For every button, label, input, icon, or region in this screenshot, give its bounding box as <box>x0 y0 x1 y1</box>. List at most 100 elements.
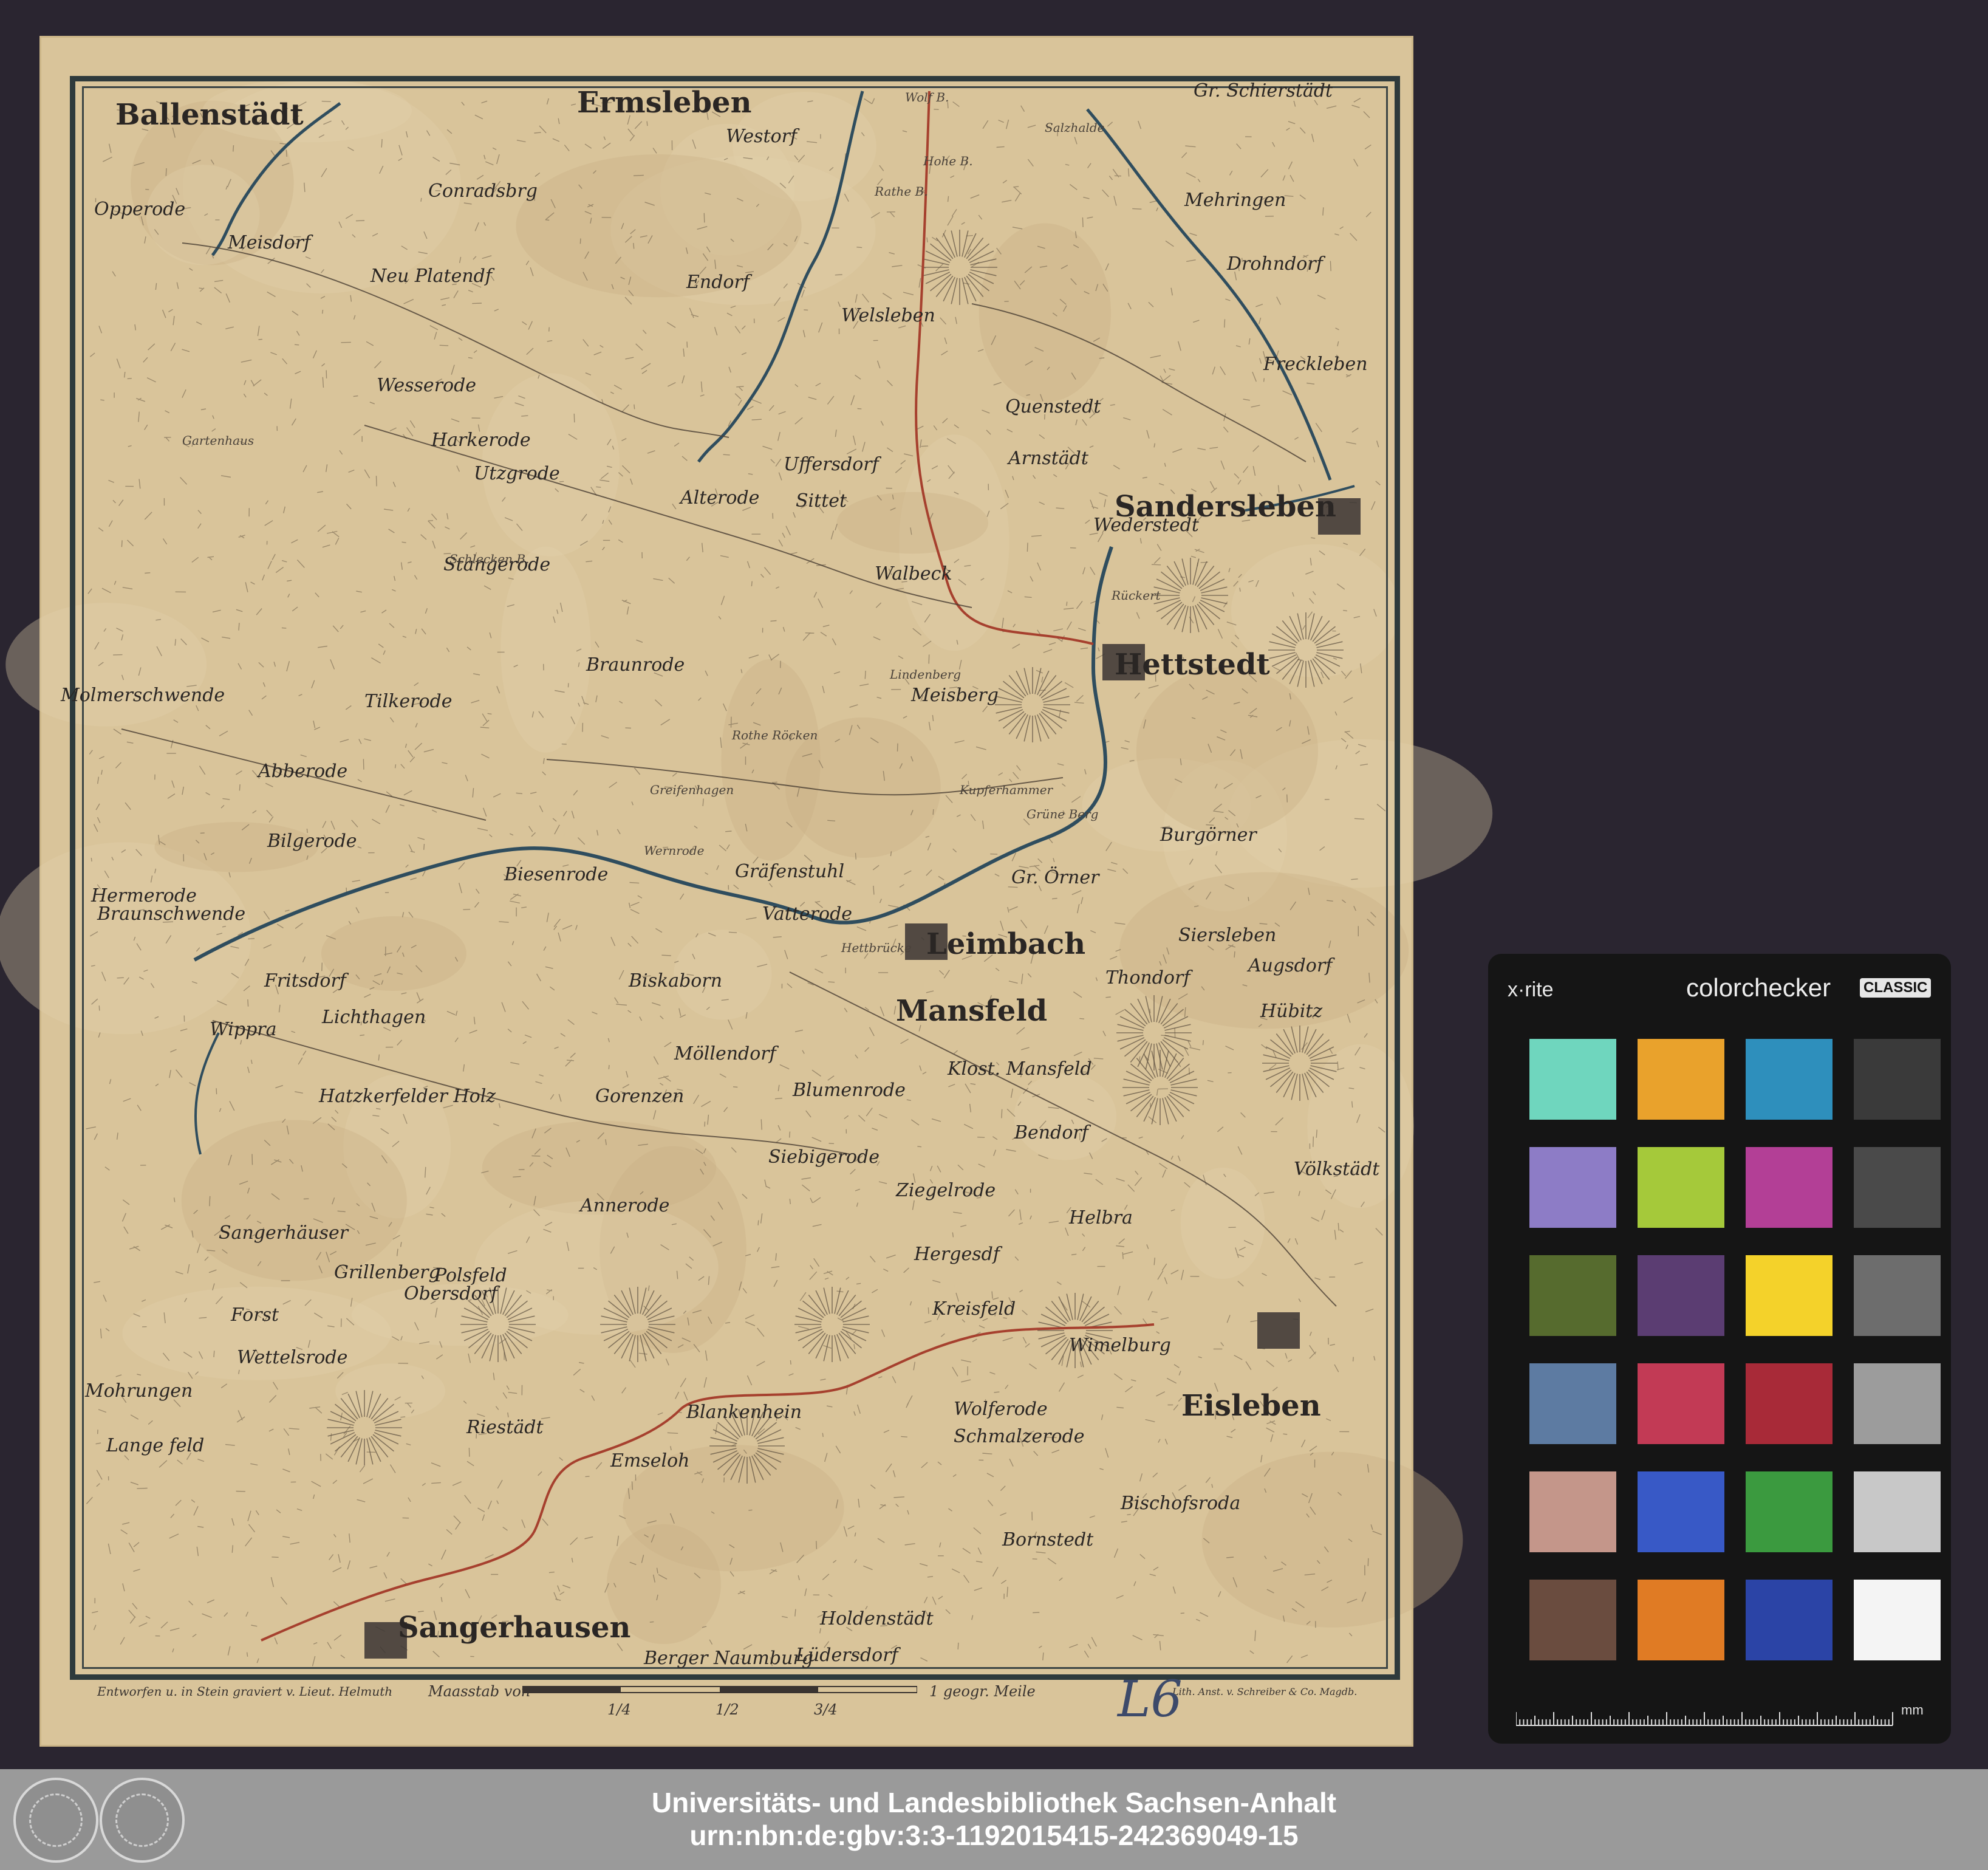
colorchecker-card: x·rite colorchecker CLASSIC mm <box>1488 954 1951 1744</box>
place-label: Blumenrode <box>793 1080 906 1101</box>
feature-label: Rückert <box>1112 588 1161 603</box>
xrite-logo: x·rite <box>1508 978 1554 1001</box>
feature-label: Kupferhammer <box>960 783 1053 797</box>
place-label: Wimelburg <box>1069 1335 1171 1356</box>
feature-label: Wolf B. <box>905 90 949 104</box>
place-label: Gräfenstuhl <box>735 861 845 882</box>
place-label: Walbeck <box>875 563 952 584</box>
color-patch <box>1746 1147 1833 1228</box>
place-label: Braunrode <box>586 654 685 676</box>
lithographer-note: Lith. Anst. v. Schreiber & Co. Magdb. <box>1172 1686 1358 1697</box>
place-label: Endorf <box>686 272 750 293</box>
place-label: Sangerhäuser <box>219 1222 349 1244</box>
feature-label: Hohe B. <box>923 154 973 168</box>
scale-tick-half: 1/2 <box>716 1701 739 1718</box>
place-label: Holdenstädt <box>820 1608 934 1629</box>
place-label: Alterode <box>680 487 760 509</box>
color-patch <box>1529 1580 1616 1660</box>
engraver-note: Entworfen u. in Stein graviert v. Lieut.… <box>97 1684 393 1699</box>
feature-label: Hettbrücke <box>841 940 912 955</box>
scale-tick-three-quarter: 3/4 <box>814 1701 838 1718</box>
place-label: Uffersdorf <box>784 454 879 475</box>
color-patch <box>1529 1039 1616 1120</box>
color-patch <box>1529 1147 1616 1228</box>
place-label: Ballenstädt <box>115 98 304 132</box>
feature-label: Rathe B. <box>875 184 928 199</box>
place-label: Wolferode <box>954 1399 1048 1420</box>
place-label: Gr. Örner <box>1011 867 1099 888</box>
place-label: Bornstedt <box>1002 1529 1094 1550</box>
place-label: Siersleben <box>1178 925 1277 946</box>
place-label: Berger Naumburg <box>644 1648 813 1669</box>
feature-label: Lindenberg <box>890 667 962 682</box>
place-label: Opperode <box>94 199 186 220</box>
place-label: Hübitz <box>1260 1001 1323 1022</box>
place-label: Riestädt <box>466 1417 544 1438</box>
place-label: Wesserode <box>377 375 477 396</box>
place-label: Mansfeld <box>896 994 1048 1028</box>
place-label: Tilkerode <box>364 691 453 712</box>
feature-label: Rothe Röcken <box>732 728 818 742</box>
color-patch <box>1638 1255 1724 1336</box>
place-label: Obersdorf <box>404 1283 497 1304</box>
place-label: Bischofsroda <box>1121 1493 1241 1514</box>
place-label: Schmalzerode <box>954 1426 1085 1447</box>
place-label: Annerode <box>580 1195 670 1216</box>
place-label: Braunschwende <box>97 903 246 925</box>
place-label: Welsleben <box>841 305 935 326</box>
place-label: Siebigerode <box>768 1146 880 1168</box>
color-patch <box>1854 1580 1941 1660</box>
color-patch <box>1854 1255 1941 1336</box>
place-label: Leimbach <box>926 927 1086 961</box>
colorchecker-brand: colorchecker <box>1686 973 1831 1002</box>
place-label: Utzgrode <box>474 463 560 484</box>
place-label: Abberode <box>258 761 348 782</box>
place-label: Forst <box>231 1304 279 1326</box>
place-label: Thondorf <box>1105 967 1190 988</box>
place-label: Biesenrode <box>504 864 609 885</box>
color-patch <box>1746 1471 1833 1552</box>
color-patch <box>1746 1039 1833 1120</box>
mm-ruler <box>1516 1712 1893 1726</box>
color-patch <box>1529 1363 1616 1444</box>
feature-label: Schlecken B. <box>449 552 530 566</box>
color-patch <box>1854 1471 1941 1552</box>
place-label: Eisleben <box>1181 1389 1321 1423</box>
place-label: Fritsdorf <box>264 970 346 992</box>
feature-label: Greifenhagen <box>650 783 734 797</box>
place-label: Hatzkerfelder Holz <box>319 1086 496 1107</box>
banner-institution: Universitäts- und Landesbibliothek Sachs… <box>651 1787 1337 1818</box>
place-label: Lüdersdorf <box>796 1645 898 1666</box>
feature-label: Wernrode <box>644 843 705 858</box>
scale-unit: 1 geogr. Meile <box>929 1683 1036 1700</box>
place-label: Freckleben <box>1263 354 1368 375</box>
place-label: Wettelsrode <box>237 1347 348 1368</box>
color-patch <box>1854 1039 1941 1120</box>
color-patch <box>1529 1471 1616 1552</box>
place-label: Lichthagen <box>322 1007 426 1028</box>
place-label: Klost. Mansfeld <box>948 1058 1092 1080</box>
place-label: Hergesdf <box>914 1244 1000 1265</box>
place-label: Ziegelrode <box>896 1180 996 1201</box>
color-patch <box>1638 1039 1724 1120</box>
place-label: Emseloh <box>610 1450 690 1471</box>
scan-stage: Ballenstädt Ermsleben Gr. Schierstädt Mehri… <box>0 0 1988 1870</box>
place-label: Neu Platendf <box>371 265 492 287</box>
place-label: Meisberg <box>911 685 999 706</box>
color-patch <box>1854 1363 1941 1444</box>
place-label: Bendorf <box>1014 1122 1088 1143</box>
place-label: Westorf <box>726 126 798 147</box>
place-label: Bilgerode <box>267 831 357 852</box>
shelfmark: L6 <box>1118 1671 1183 1728</box>
place-label: Mehringen <box>1184 190 1286 211</box>
place-label: Molmerschwende <box>61 685 225 706</box>
color-patch <box>1638 1580 1724 1660</box>
place-label: Völkstädt <box>1294 1159 1380 1180</box>
classic-tag: CLASSIC <box>1860 978 1932 998</box>
place-label: Ermsleben <box>577 86 752 120</box>
scale-tick-quarter: 1/4 <box>607 1701 631 1718</box>
color-patch <box>1529 1255 1616 1336</box>
scale-label: Maasstab von <box>428 1683 531 1700</box>
place-label: Augsdorf <box>1248 955 1333 976</box>
color-patch <box>1746 1580 1833 1660</box>
